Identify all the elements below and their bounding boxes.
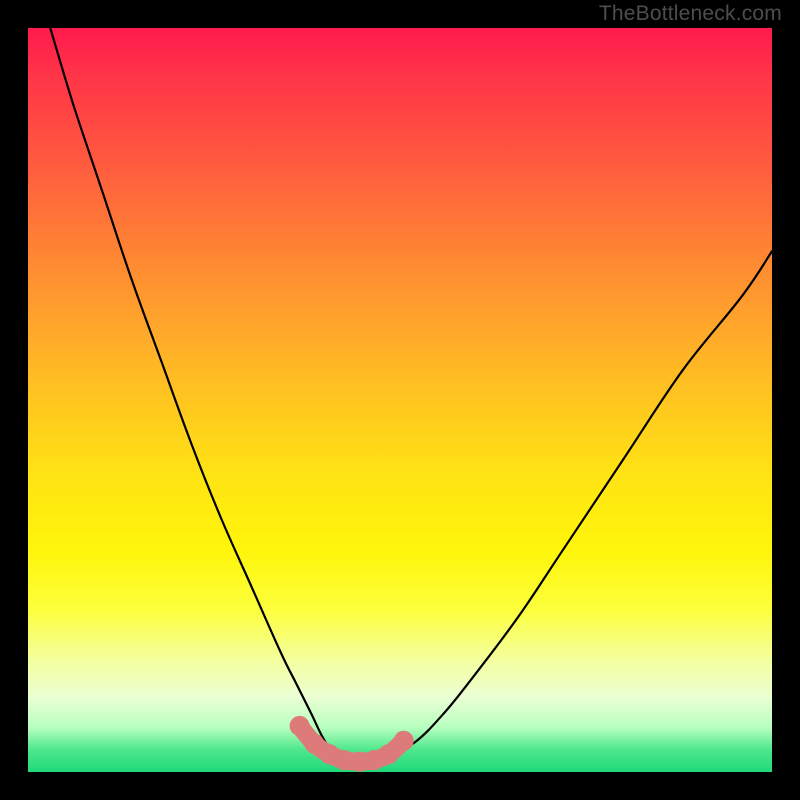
valley-marker-dot xyxy=(290,716,310,736)
valley-marker-dots xyxy=(290,716,414,772)
plot-area xyxy=(28,28,772,772)
chart-frame: TheBottleneck.com xyxy=(0,0,800,800)
valley-marker-dot xyxy=(394,731,414,751)
valley-marker-dot xyxy=(379,744,399,764)
watermark-label: TheBottleneck.com xyxy=(599,2,782,26)
bottleneck-curve-line xyxy=(50,28,772,766)
chart-svg xyxy=(28,28,772,772)
